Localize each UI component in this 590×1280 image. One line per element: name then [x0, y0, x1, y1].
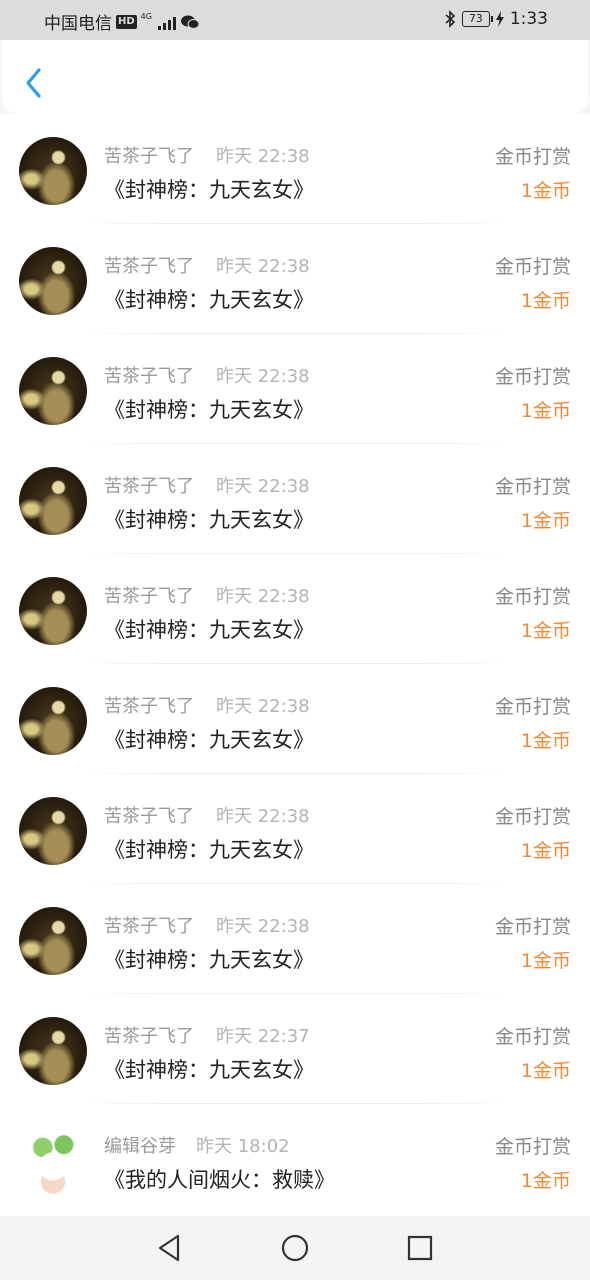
list-item[interactable]: 苦茶子飞了 昨天 22:38 《封神榜：九天玄女》 金币打赏 1金币 [0, 224, 590, 334]
clock: 1:33 [509, 9, 548, 29]
list-item[interactable]: 苦茶子飞了 昨天 22:38 《封神榜：九天玄女》 金币打赏 1金币 [0, 554, 590, 664]
reward-type: 金币打赏 [494, 146, 571, 168]
user-name: 苦茶子飞了 [104, 696, 194, 717]
avatar [19, 467, 87, 535]
avatar [19, 907, 87, 975]
battery-icon: 73 [461, 11, 493, 27]
timestamp: 昨天 22:38 [216, 256, 310, 277]
reward-type: 金币打赏 [494, 476, 571, 498]
user-name: 苦茶子飞了 [104, 1026, 194, 1047]
timestamp: 昨天 22:38 [216, 696, 310, 717]
list-item[interactable]: 苦茶子飞了 昨天 22:38 《封神榜：九天玄女》 金币打赏 1金币 [0, 444, 590, 554]
list-item[interactable]: 苦茶子飞了 昨天 22:38 《封神榜：九天玄女》 金币打赏 1金币 [0, 664, 590, 774]
network-type-label: 4G [140, 11, 152, 21]
list-item[interactable]: 苦茶子飞了 昨天 22:38 《封神榜：九天玄女》 金币打赏 1金币 [0, 334, 590, 444]
user-name: 苦茶子飞了 [104, 916, 194, 937]
home-circle-icon[interactable] [278, 1231, 312, 1265]
book-title: 《封神榜：九天玄女》 [104, 618, 314, 642]
chevron-left-icon[interactable] [22, 66, 48, 100]
header [2, 40, 588, 114]
reward-type: 金币打赏 [494, 806, 571, 828]
reward-amount: 1金币 [520, 290, 571, 312]
avatar [19, 1017, 87, 1085]
book-title: 《封神榜：九天玄女》 [104, 728, 314, 752]
avatar [19, 1127, 87, 1195]
book-title: 《封神榜：九天玄女》 [104, 508, 314, 532]
back-triangle-icon[interactable] [152, 1231, 186, 1265]
status-left: 中国电信 HD 4G [44, 9, 200, 34]
avatar [19, 797, 87, 865]
list-item[interactable]: 苦茶子飞了 昨天 22:38 《封神榜：九天玄女》 金币打赏 1金币 [0, 774, 590, 884]
reward-type: 金币打赏 [494, 586, 571, 608]
avatar [19, 357, 87, 425]
recents-square-icon[interactable] [403, 1231, 437, 1265]
user-name: 苦茶子飞了 [104, 256, 194, 277]
bluetooth-icon [445, 10, 455, 28]
user-name: 苦茶子飞了 [104, 806, 194, 827]
timestamp: 昨天 18:02 [196, 1136, 290, 1157]
timestamp: 昨天 22:38 [216, 146, 310, 167]
avatar [19, 247, 87, 315]
reward-type: 金币打赏 [494, 256, 571, 278]
book-title: 《封神榜：九天玄女》 [104, 288, 314, 312]
reward-amount: 1金币 [520, 400, 571, 422]
hd-badge: HD [116, 14, 137, 29]
status-bar: 中国电信 HD 4G 73 1:33 [0, 0, 590, 40]
user-name: 苦茶子飞了 [104, 476, 194, 497]
reward-amount: 1金币 [520, 1060, 571, 1082]
timestamp: 昨天 22:38 [216, 366, 310, 387]
user-name: 苦茶子飞了 [104, 586, 194, 607]
reward-record-list: 苦茶子飞了 昨天 22:38 《封神榜：九天玄女》 金币打赏 1金币 苦茶子飞了… [0, 114, 590, 1216]
navigation-bar [0, 1216, 590, 1280]
book-title: 《我的人间烟火：救赎》 [104, 1168, 335, 1192]
reward-type: 金币打赏 [494, 366, 571, 388]
reward-amount: 1金币 [520, 620, 571, 642]
reward-amount: 1金币 [520, 1170, 571, 1192]
reward-amount: 1金币 [520, 840, 571, 862]
reward-amount: 1金币 [520, 510, 571, 532]
book-title: 《封神榜：九天玄女》 [104, 838, 314, 862]
reward-amount: 1金币 [520, 180, 571, 202]
user-name: 编辑谷芽 [104, 1136, 176, 1157]
avatar [19, 577, 87, 645]
timestamp: 昨天 22:37 [216, 1026, 310, 1047]
timestamp: 昨天 22:38 [216, 916, 310, 937]
carrier-label: 中国电信 [44, 14, 112, 34]
timestamp: 昨天 22:38 [216, 586, 310, 607]
reward-type: 金币打赏 [494, 1026, 571, 1048]
book-title: 《封神榜：九天玄女》 [104, 948, 314, 972]
user-name: 苦茶子飞了 [104, 146, 194, 167]
timestamp: 昨天 22:38 [216, 476, 310, 497]
timestamp: 昨天 22:38 [216, 806, 310, 827]
list-item[interactable]: 苦茶子飞了 昨天 22:38 《封神榜：九天玄女》 金币打赏 1金币 [0, 114, 590, 224]
book-title: 《封神榜：九天玄女》 [104, 178, 314, 202]
reward-amount: 1金币 [520, 730, 571, 752]
status-right: 73 1:33 [444, 9, 548, 29]
wechat-icon [180, 15, 200, 29]
avatar [19, 687, 87, 755]
list-item[interactable]: 苦茶子飞了 昨天 22:38 《封神榜：九天玄女》 金币打赏 1金币 [0, 884, 590, 994]
charging-icon [495, 11, 504, 27]
list-item[interactable]: 编辑谷芽 昨天 18:02 《我的人间烟火：救赎》 金币打赏 1金币 [0, 1104, 590, 1214]
reward-type: 金币打赏 [494, 1136, 571, 1158]
list-item[interactable]: 苦茶子飞了 昨天 22:37 《封神榜：九天玄女》 金币打赏 1金币 [0, 994, 590, 1104]
signal-icon [157, 14, 176, 30]
user-name: 苦茶子飞了 [104, 366, 194, 387]
reward-type: 金币打赏 [494, 696, 571, 718]
reward-type: 金币打赏 [494, 916, 571, 938]
avatar [19, 137, 87, 205]
book-title: 《封神榜：九天玄女》 [104, 1058, 314, 1082]
book-title: 《封神榜：九天玄女》 [104, 398, 314, 422]
reward-amount: 1金币 [520, 950, 571, 972]
